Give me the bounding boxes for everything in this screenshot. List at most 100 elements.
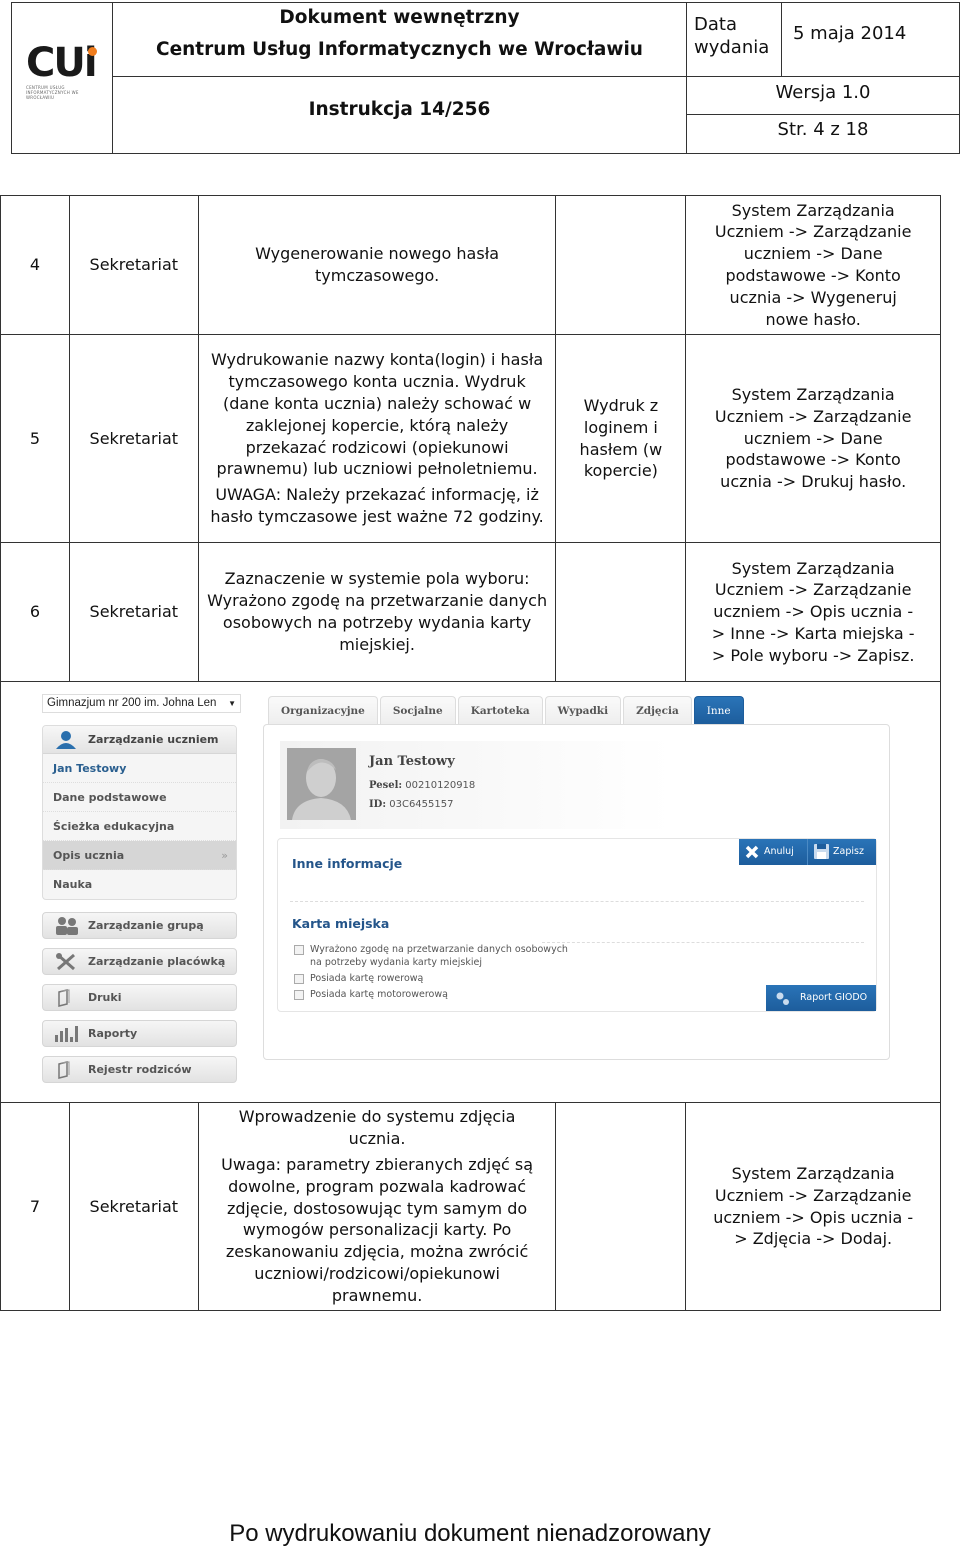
sidebar-button-label: Zarządzanie grupą: [88, 919, 204, 932]
sidebar-button-label: Druki: [88, 991, 122, 1004]
bar-chart-icon: [55, 1025, 79, 1053]
responsible: Sekretariat: [68, 195, 199, 335]
sidebar: Zarządzanie uczniem Jan Testowy Dane pod…: [42, 725, 237, 1083]
checkbox-moped-card[interactable]: Posiada kartę motorowerową: [294, 988, 580, 1001]
giodo-report-button[interactable]: Raport GIODO: [766, 985, 876, 1011]
sidebar-item-learning[interactable]: Nauka: [43, 870, 236, 899]
checkbox-label: Posiada kartę rowerową: [310, 973, 424, 984]
section-heading-city-card: Karta miejska: [292, 916, 390, 931]
step-number: 6: [0, 542, 70, 682]
id-value: 03C6455157: [389, 799, 454, 810]
tab-content: Jan Testowy Pesel: 00210120918 ID: 03C64…: [263, 724, 890, 1060]
sidebar-item-education-path[interactable]: Ścieżka edukacyjna: [43, 812, 236, 841]
description-text: Wprowadzenie do systemu zdjęcia ucznia.: [238, 1107, 516, 1149]
caret-down-icon: ▼: [228, 699, 236, 708]
sidebar-button-label: Zarządzanie placówką: [88, 955, 226, 968]
tab-accidents[interactable]: Wypadki: [544, 696, 622, 724]
step-number: 4: [0, 195, 70, 335]
step-output: [555, 195, 687, 335]
document-header: CUi CENTRUM USŁUG INFORMATYCZNYCH WE WRO…: [11, 2, 960, 154]
tab-other[interactable]: Inne: [693, 696, 744, 724]
description-text: Wydrukowanie nazwy konta(login) i hasła …: [211, 350, 544, 479]
section-heading-other-info: Inne informacje: [292, 856, 403, 871]
menu-path: System Zarządzania Uczniem -> Zarządzani…: [685, 334, 941, 543]
student-profile: Jan Testowy Pesel: 00210120918 ID: 03C64…: [280, 741, 840, 829]
doc-type: Dokument wewnętrzny: [279, 7, 520, 28]
step-number: 5: [0, 334, 70, 543]
tab-photos[interactable]: Zdjęcia: [623, 696, 692, 724]
group-icon: [55, 917, 79, 945]
school-select[interactable]: Gimnazjum nr 200 im. Johna Len ▼: [42, 694, 241, 713]
responsible: Sekretariat: [68, 334, 199, 543]
sidebar-button-group-management[interactable]: Zarządzanie grupą: [42, 912, 237, 939]
date-label: Data wydania: [687, 3, 782, 76]
table-row: 4 Sekretariat Wygenerowanie nowego hasła…: [0, 195, 941, 335]
pesel-label: Pesel:: [369, 780, 403, 791]
pesel-value: 00210120918: [405, 780, 476, 791]
checkbox-label: Wyrażono zgodę na przetwarzanie danych o…: [310, 944, 568, 968]
footer-notice: Po wydrukowaniu dokument nienadzorowany: [229, 1520, 711, 1547]
version: Wersja 1.0: [687, 77, 959, 115]
logo-cell: CUi CENTRUM USŁUG INFORMATYCZNYCH WE WRO…: [12, 3, 113, 153]
floppy-disk-icon: [814, 844, 829, 870]
divider: [542, 942, 864, 943]
tab-organizational[interactable]: Organizacyjne: [268, 696, 378, 724]
step-output: [555, 542, 687, 682]
save-button[interactable]: Zapisz: [807, 839, 876, 865]
student-tabs: Organizacyjne Socjalne Kartoteka Wypadki…: [268, 696, 744, 724]
sidebar-section-title: Zarządzanie uczniem: [88, 733, 219, 746]
logo-subtext: CENTRUM USŁUG INFORMATYCZNYCH WE WROCŁAW…: [26, 85, 79, 100]
page-number: Str. 4 z 18: [777, 119, 869, 140]
sidebar-button-facility-management[interactable]: Zarządzanie placówką: [42, 948, 237, 975]
header-meta-cell: Data wydania 5 maja 2014 Wersja 1.0 Str.…: [687, 3, 959, 153]
date-value: 5 maja 2014: [793, 23, 907, 44]
checkbox-label: Posiada kartę motorowerową: [310, 989, 448, 1000]
table-row: 6 Sekretariat Zaznaczenie w systemie pol…: [0, 542, 941, 682]
cancel-label: Anuluj: [764, 846, 794, 857]
table-row: 7 Sekretariat Wprowadzenie do systemu zd…: [0, 1102, 941, 1311]
app-screenshot: Gimnazjum nr 200 im. Johna Len ▼ Zarządz…: [0, 681, 941, 1103]
tools-icon: [55, 953, 77, 981]
form-actions: Anuluj Zapisz: [739, 839, 876, 865]
checkbox-consent[interactable]: Wyrażono zgodę na przetwarzanie danych o…: [294, 943, 580, 969]
student-name: Jan Testowy: [369, 754, 455, 769]
document-icon: [55, 1061, 73, 1089]
sidebar-item-student-name[interactable]: Jan Testowy: [43, 754, 236, 783]
checkbox-bike-card[interactable]: Posiada kartę rowerową: [294, 972, 580, 985]
procedure-table: 4 Sekretariat Wygenerowanie nowego hasła…: [0, 195, 941, 1311]
sidebar-button-parent-register[interactable]: Rejestr rodziców: [42, 1056, 237, 1083]
checkbox[interactable]: [294, 990, 304, 1000]
checkbox[interactable]: [294, 974, 304, 984]
document-icon: [55, 989, 73, 1017]
screenshot-row: Gimnazjum nr 200 im. Johna Len ▼ Zarządz…: [0, 681, 941, 1103]
note-text: Uwaga: parametry zbieranych zdjęć są dow…: [221, 1155, 534, 1305]
gears-icon: [776, 991, 790, 1017]
step-description: Wprowadzenie do systemu zdjęcia ucznia. …: [197, 1102, 557, 1311]
sidebar-button-label: Raporty: [88, 1027, 138, 1040]
sidebar-item-basic-data[interactable]: Dane podstawowe: [43, 783, 236, 812]
step-description: Zaznaczenie w systemie pola wyboru: Wyra…: [197, 542, 557, 682]
warning-text: UWAGA: Należy przekazać informację, iż h…: [210, 485, 544, 526]
divider: [290, 901, 864, 902]
table-row: 5 Sekretariat Wydrukowanie nazwy konta(l…: [0, 334, 941, 543]
responsible: Sekretariat: [68, 542, 199, 682]
sidebar-button-forms[interactable]: Druki: [42, 984, 237, 1011]
header-title-cell: Dokument wewnętrzny Centrum Usług Inform…: [113, 3, 687, 153]
giodo-report-label: Raport GIODO: [800, 992, 868, 1003]
cancel-button[interactable]: Anuluj: [739, 839, 807, 865]
tab-records[interactable]: Kartoteka: [457, 696, 543, 724]
step-description: Wygenerowanie nowego hasła tymczasowego.: [197, 195, 557, 335]
menu-path: System Zarządzania Uczniem -> Zarządzani…: [685, 542, 941, 682]
student-id: ID: 03C6455157: [369, 794, 453, 816]
tab-social[interactable]: Socjalne: [379, 696, 456, 724]
double-chevron-right-icon: »: [221, 849, 228, 862]
menu-path: System Zarządzania Uczniem -> Zarządzani…: [685, 1102, 941, 1311]
logo-dot-icon: [88, 47, 97, 56]
logo-text: CUi: [26, 40, 98, 86]
sidebar-section-student-management[interactable]: Zarządzanie uczniem: [43, 726, 236, 754]
sidebar-item-student-description[interactable]: Opis ucznia »: [43, 841, 236, 870]
checkbox[interactable]: [294, 945, 304, 955]
close-icon: [745, 844, 759, 870]
sidebar-button-reports[interactable]: Raporty: [42, 1020, 237, 1047]
sidebar-item-label: Opis ucznia: [53, 849, 125, 862]
